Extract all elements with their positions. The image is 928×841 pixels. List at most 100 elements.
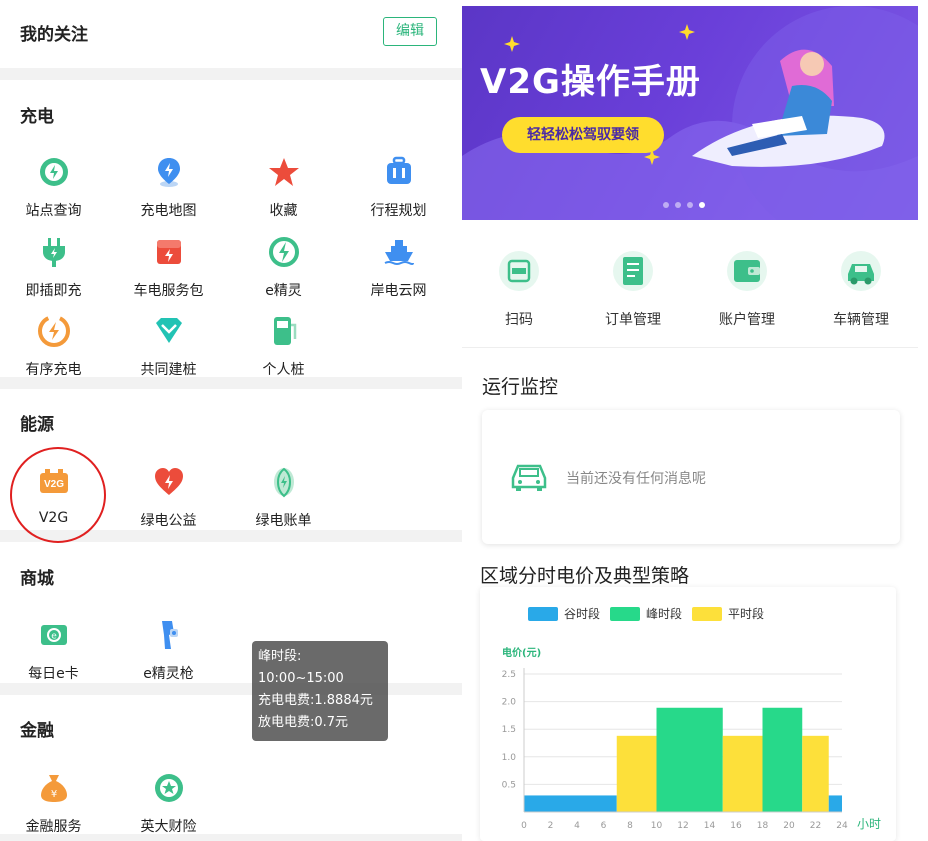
bar-peak bbox=[762, 707, 803, 812]
grid-item-green-charity[interactable]: 绿电公益 bbox=[111, 466, 226, 536]
banner-carousel[interactable]: V2G操作手册 轻轻松松驾驭要领 bbox=[462, 6, 918, 220]
grid-item-label: 行程规划 bbox=[370, 203, 427, 219]
carousel-dot[interactable] bbox=[687, 202, 693, 208]
personal-pile-icon bbox=[268, 315, 300, 347]
insurance-icon bbox=[153, 772, 185, 804]
x-axis-label: 小时 bbox=[857, 817, 881, 831]
bar-valley bbox=[828, 795, 842, 812]
grid-item-finance[interactable]: ¥ 金融服务 bbox=[0, 772, 111, 841]
grid-item-green-bill[interactable]: 绿电账单 bbox=[226, 466, 341, 536]
station-search-icon bbox=[38, 156, 70, 188]
y-tick-label: 2.0 bbox=[502, 698, 517, 708]
y-tick-label: 0.5 bbox=[502, 780, 516, 790]
grid-item-label: 个人桩 bbox=[262, 362, 305, 378]
grid-item-label: 共同建桩 bbox=[140, 362, 197, 378]
card-icon-glyph: e bbox=[51, 632, 57, 642]
carousel-dot-active[interactable] bbox=[699, 202, 705, 208]
grid-item-label: 站点查询 bbox=[25, 203, 82, 219]
bar-peak bbox=[656, 707, 723, 812]
grid-item-personal-pile[interactable]: 个人桩 bbox=[226, 315, 341, 385]
grid-item-e-spirit[interactable]: e精灵 bbox=[226, 236, 341, 306]
x-tick-label: 12 bbox=[677, 821, 688, 831]
quick-vehicle[interactable]: 车辆管理 bbox=[811, 248, 911, 328]
price-section-title: 区域分时电价及典型策略 bbox=[480, 565, 690, 587]
co-build-icon bbox=[153, 315, 185, 347]
banner-illustration bbox=[462, 6, 918, 220]
leaf-icon bbox=[268, 466, 300, 498]
grid-item-label: e精灵 bbox=[265, 283, 302, 299]
grid-item-label: 有序充电 bbox=[25, 362, 82, 378]
run-empty-message: 当前还没有任何消息呢 bbox=[566, 471, 706, 487]
service-pack-icon bbox=[153, 236, 185, 268]
charge-gun-icon bbox=[153, 619, 185, 651]
favorites-title: 我的关注 bbox=[20, 25, 88, 45]
quick-label: 订单管理 bbox=[605, 312, 661, 328]
grid-item-ordered-charge[interactable]: 有序充电 bbox=[0, 315, 111, 385]
grid-item-label: 充电地图 bbox=[140, 203, 197, 219]
quick-label: 账户管理 bbox=[719, 312, 775, 328]
grid-item-co-build[interactable]: 共同建桩 bbox=[111, 315, 226, 385]
x-tick-label: 22 bbox=[810, 821, 821, 831]
grid-item-plug-charge[interactable]: 即插即充 bbox=[0, 236, 111, 306]
car-outline-icon bbox=[508, 458, 550, 494]
left-panel: 我的关注 编辑 充电 能源 商城 金融 站点查询 充电地图 收藏 行程规划 即插… bbox=[0, 0, 462, 841]
grid-item-label: 收藏 bbox=[269, 203, 298, 219]
order-icon bbox=[608, 248, 658, 294]
x-tick-label: 24 bbox=[836, 821, 848, 831]
grid-item-daily-card[interactable]: e 每日e卡 bbox=[0, 619, 111, 689]
bar-flat bbox=[616, 735, 657, 812]
tooltip-discharge: 放电电费:0.7元 bbox=[258, 715, 349, 730]
tooltip-title: 峰时段: bbox=[258, 649, 302, 664]
grid-item-label: e精灵枪 bbox=[143, 666, 194, 682]
grid-item-label: 绿电公益 bbox=[140, 513, 197, 529]
grid-item-label: 英大财险 bbox=[140, 819, 197, 835]
divider bbox=[462, 347, 918, 348]
grid-item-label: 每日e卡 bbox=[28, 666, 79, 682]
grid-item-label: 即插即充 bbox=[25, 283, 82, 299]
trip-plan-icon bbox=[383, 156, 415, 188]
banner-title: V2G操作手册 bbox=[480, 62, 701, 102]
y-tick-label: 1.0 bbox=[502, 753, 517, 763]
ordered-charge-icon bbox=[37, 315, 70, 347]
y-tick-label: 2.5 bbox=[502, 670, 516, 680]
plug-icon bbox=[38, 236, 70, 268]
x-tick-label: 2 bbox=[548, 821, 554, 831]
tooltip-charge: 充电电费:1.8884元 bbox=[258, 693, 373, 708]
grid-item-label: 车电服务包 bbox=[133, 283, 204, 299]
money-bag-icon-glyph: ¥ bbox=[50, 789, 56, 800]
grid-item-charge-gun[interactable]: e精灵枪 bbox=[111, 619, 226, 689]
x-tick-label: 14 bbox=[704, 821, 716, 831]
e-spirit-icon bbox=[268, 236, 300, 268]
grid-item-label: 岸电云网 bbox=[370, 283, 427, 299]
carousel-dot[interactable] bbox=[663, 202, 669, 208]
y-axis-label: 电价(元) bbox=[502, 646, 541, 659]
grid-item-label: 绿电账单 bbox=[255, 513, 312, 529]
grid-item-insurance[interactable]: 英大财险 bbox=[111, 772, 226, 841]
quick-orders[interactable]: 订单管理 bbox=[583, 248, 683, 328]
grid-item-station-search[interactable]: 站点查询 bbox=[0, 156, 111, 226]
x-tick-label: 20 bbox=[783, 821, 795, 831]
charging-map-icon bbox=[153, 156, 185, 188]
grid-item-charging-map[interactable]: 充电地图 bbox=[111, 156, 226, 226]
grid-item-shore-power[interactable]: 岸电云网 bbox=[341, 236, 456, 306]
money-bag-icon: ¥ bbox=[38, 772, 70, 804]
quick-scan[interactable]: 扫码 bbox=[469, 248, 569, 328]
edit-button[interactable]: 编辑 bbox=[383, 17, 437, 46]
star-icon bbox=[268, 156, 300, 188]
x-tick-label: 8 bbox=[627, 821, 633, 831]
bar-valley bbox=[524, 795, 617, 812]
section-title-charging: 充电 bbox=[20, 107, 54, 127]
bar-flat bbox=[722, 735, 763, 812]
x-tick-label: 16 bbox=[730, 821, 742, 831]
run-monitor-card: 当前还没有任何消息呢 bbox=[482, 410, 900, 544]
section-title-mall: 商城 bbox=[20, 569, 54, 589]
x-tick-label: 10 bbox=[651, 821, 663, 831]
grid-item-favorite[interactable]: 收藏 bbox=[226, 156, 341, 226]
grid-item-service-pack[interactable]: 车电服务包 bbox=[111, 236, 226, 306]
grid-item-trip-plan[interactable]: 行程规划 bbox=[341, 156, 456, 226]
carousel-dot[interactable] bbox=[675, 202, 681, 208]
heart-icon bbox=[153, 466, 185, 498]
y-tick-label: 1.5 bbox=[502, 725, 516, 735]
tooltip-time: 10:00~15:00 bbox=[258, 671, 344, 686]
quick-account[interactable]: 账户管理 bbox=[697, 248, 797, 328]
